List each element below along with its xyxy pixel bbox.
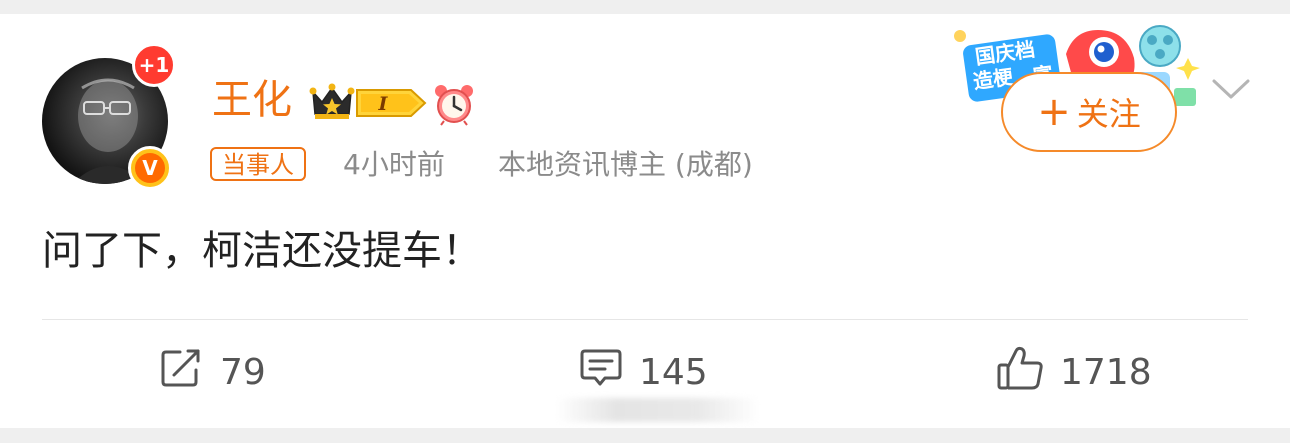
post-time: 4小时前 bbox=[343, 148, 445, 181]
follow-label: 关注 bbox=[1076, 95, 1141, 133]
author-description: 本地资讯博主 (成都) bbox=[498, 148, 753, 181]
verified-mark: V bbox=[135, 153, 165, 183]
thumbs-up-icon bbox=[996, 345, 1044, 400]
like-button[interactable]: 1718 bbox=[996, 344, 1152, 400]
level-badge: I bbox=[355, 86, 427, 124]
crown-icon bbox=[309, 82, 355, 126]
notification-badge: +1 bbox=[132, 43, 176, 87]
comment-button[interactable]: 145 bbox=[579, 344, 708, 400]
level-number: I bbox=[378, 93, 389, 115]
comment-count: 145 bbox=[639, 351, 708, 393]
repost-icon bbox=[160, 348, 204, 397]
verified-badge: V bbox=[128, 146, 172, 190]
comment-icon bbox=[579, 348, 623, 397]
repost-button[interactable]: 79 bbox=[160, 344, 266, 400]
post-text: 问了下，柯洁还没提车！ bbox=[42, 228, 482, 274]
divider bbox=[42, 319, 1248, 320]
plus-icon: + bbox=[1037, 89, 1071, 135]
follow-button[interactable]: + 关注 bbox=[1001, 72, 1177, 152]
role-tag: 当事人 bbox=[210, 147, 306, 181]
like-count: 1718 bbox=[1060, 351, 1152, 393]
repost-count: 79 bbox=[220, 351, 266, 393]
scroll-shadow bbox=[555, 398, 760, 422]
author-name[interactable]: 王化 bbox=[212, 76, 292, 124]
alarm-clock-icon bbox=[432, 82, 476, 130]
bottom-separator bbox=[0, 428, 1290, 443]
chevron-down-icon[interactable] bbox=[1211, 76, 1251, 106]
